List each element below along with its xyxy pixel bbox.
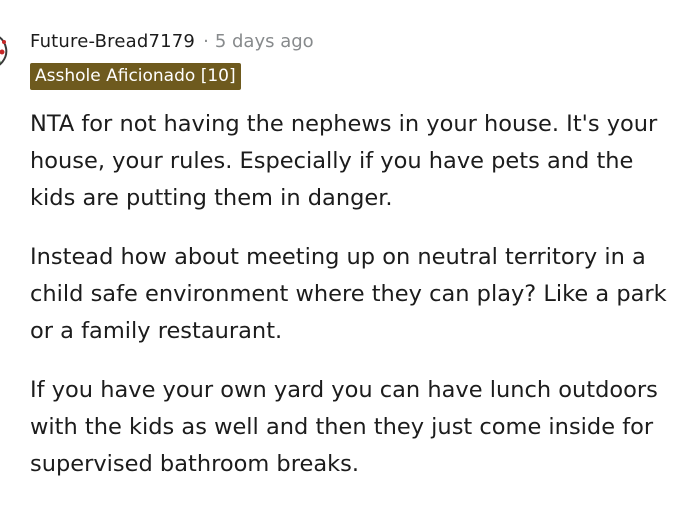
comment-paragraph: NTA for not having the nephews in your h… xyxy=(30,111,658,211)
comment-paragraph: Instead how about meeting up on neutral … xyxy=(30,244,667,344)
separator-dot: · xyxy=(203,30,209,52)
username-link[interactable]: Future-Bread7179 xyxy=(30,31,195,52)
comment-header: Future-Bread7179 · 5 days ago xyxy=(30,28,314,54)
user-flair-badge: Asshole Aficionado [10] xyxy=(30,63,241,90)
comment: Future-Bread7179 · 5 days ago Asshole Af… xyxy=(0,0,700,515)
comment-body: NTA for not having the nephews in your h… xyxy=(30,106,680,505)
avatar-icon[interactable] xyxy=(0,20,14,80)
comment-paragraph: If you have your own yard you can have l… xyxy=(30,377,658,477)
timestamp[interactable]: 5 days ago xyxy=(215,31,314,52)
